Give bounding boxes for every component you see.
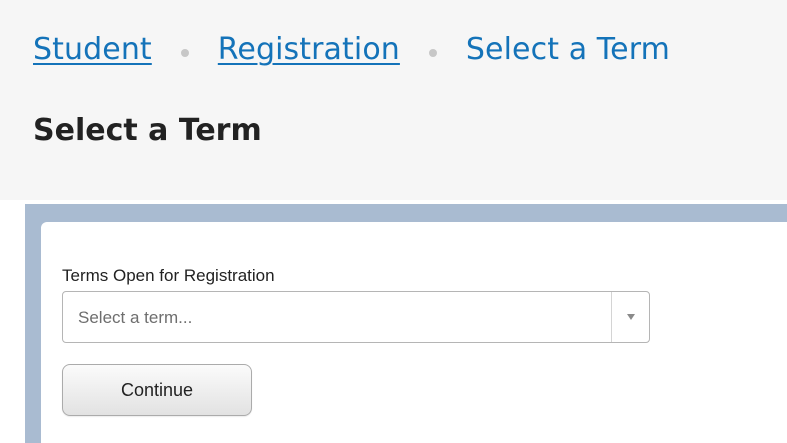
breadcrumb: Student Registration Select a Term [33,24,670,74]
chevron-down-icon [626,314,635,320]
breadcrumb-current: Select a Term [465,31,670,67]
terms-field-label: Terms Open for Registration [62,266,275,285]
breadcrumb-link-registration[interactable]: Registration [218,32,400,67]
continue-button[interactable]: Continue [62,364,252,416]
page-title: Select a Term [33,113,262,148]
breadcrumb-separator-dot [428,49,437,57]
breadcrumb-link-student[interactable]: Student [33,32,152,67]
breadcrumb-separator-dot [180,49,189,57]
dropdown-arrow-button[interactable] [612,292,649,342]
term-select-dropdown[interactable]: Select a term... [62,291,650,343]
term-select-placeholder: Select a term... [78,308,193,327]
